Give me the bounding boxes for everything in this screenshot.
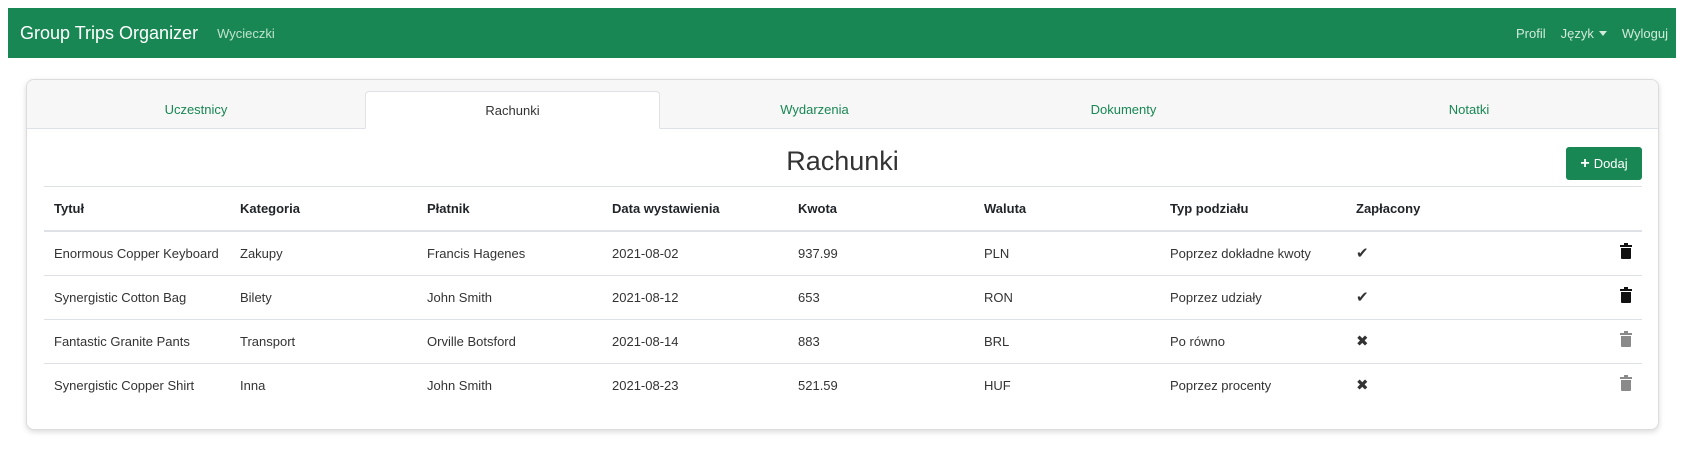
cell-category: Bilety — [230, 275, 417, 320]
cell-currency: HUF — [984, 377, 1011, 393]
header-title: Tytuł — [44, 186, 230, 232]
cell-amount: 883 — [788, 319, 974, 364]
cell-title: Synergistic Cotton Bag — [44, 275, 230, 320]
page-title: Rachunki — [786, 146, 899, 176]
nav-language-label: Język — [1560, 25, 1594, 41]
table-row[interactable]: Fantastic Granite Pants Transport Orvill… — [44, 319, 1642, 364]
add-bill-button[interactable]: + Dodaj — [1566, 147, 1642, 180]
cell-split-type: Poprzez udziały — [1160, 275, 1346, 320]
cell-actions — [1496, 230, 1642, 276]
cell-category: Inna — [240, 377, 266, 393]
cell-currency: BRL — [974, 319, 1160, 364]
cell-split-type: Poprzez dokładne kwoty — [1160, 230, 1346, 276]
trash-icon — [1620, 374, 1632, 391]
trash-icon — [1620, 330, 1632, 347]
cell-actions — [1496, 275, 1642, 320]
trash-icon[interactable] — [1620, 286, 1632, 303]
cell-category: Zakupy — [230, 230, 417, 276]
cell-title: Synergistic Copper Shirt — [54, 377, 195, 393]
header-paid: Zapłacony — [1346, 186, 1496, 232]
cell-date: 2021-08-02 — [602, 230, 788, 276]
cell-currency: PLN — [974, 230, 1160, 276]
cell-split-type: Po równo — [1160, 319, 1346, 364]
tab-bar: Uczestnicy Rachunki Wydarzenia Dokumenty… — [27, 80, 1658, 129]
cell-paid: ✖ — [1346, 319, 1496, 364]
cell-title: Enormous Copper Keyboard — [44, 230, 230, 276]
cell-amount: 937.99 — [788, 230, 974, 276]
cell-title: Fantastic Granite Pants — [44, 319, 230, 364]
cell-paid: ✖ — [1346, 363, 1496, 407]
plus-icon: + — [1580, 154, 1590, 172]
cross-icon: ✖ — [1356, 377, 1369, 394]
header-payer: Płatnik — [417, 186, 602, 232]
header-split-type: Typ podziału — [1160, 186, 1346, 232]
cell-payer: John Smith — [427, 377, 493, 393]
table-row[interactable]: Synergistic Copper Shirt Inna John Smith… — [44, 363, 1642, 407]
header-currency: Waluta — [974, 186, 1160, 232]
table-row[interactable]: Enormous Copper Keyboard Zakupy Francis … — [44, 230, 1642, 276]
tab-notes[interactable]: Notatki — [1278, 91, 1658, 128]
nav-right: Profil Język Wyloguj — [1501, 26, 1668, 41]
table-header-row: Tytuł Kategoria Płatnik Data wystawienia… — [44, 186, 1642, 232]
cell-actions — [1496, 319, 1642, 364]
brand-link[interactable]: Group Trips Organizer — [20, 23, 198, 44]
header-date: Data wystawienia — [602, 186, 788, 232]
cell-payer: Francis Hagenes — [417, 230, 602, 276]
cell-amount: 653 — [788, 275, 974, 320]
add-button-label: Dodaj — [1593, 156, 1628, 171]
header-category: Kategoria — [230, 186, 417, 232]
check-icon: ✔ — [1356, 289, 1369, 306]
nav-profile-link[interactable]: Profil — [1516, 26, 1546, 41]
header-actions — [1496, 186, 1642, 232]
nav-logout-link[interactable]: Wyloguj — [1622, 26, 1668, 41]
tab-events[interactable]: Wydarzenia — [660, 91, 969, 128]
nav-trips-link[interactable]: Wycieczki — [217, 26, 275, 41]
cell-date: 2021-08-14 — [602, 319, 788, 364]
cell-category: Transport — [230, 319, 417, 364]
trash-icon[interactable] — [1620, 242, 1632, 259]
cell-date: 2021-08-23 — [612, 377, 679, 393]
cell-currency: RON — [974, 275, 1160, 320]
chevron-down-icon — [1598, 30, 1607, 36]
cell-split-type: Poprzez procenty — [1170, 377, 1272, 393]
cell-date: 2021-08-12 — [602, 275, 788, 320]
tab-documents[interactable]: Dokumenty — [969, 91, 1278, 128]
cross-icon: ✖ — [1356, 333, 1369, 350]
tab-bills[interactable]: Rachunki — [365, 91, 660, 129]
trip-card: Uczestnicy Rachunki Wydarzenia Dokumenty… — [26, 79, 1659, 430]
top-navbar: Group Trips Organizer Wycieczki Profil J… — [8, 8, 1676, 58]
nav-language-dropdown[interactable]: Język — [1561, 26, 1607, 41]
cell-paid: ✔ — [1346, 230, 1496, 276]
check-icon: ✔ — [1356, 245, 1369, 262]
bills-table: Tytuł Kategoria Płatnik Data wystawienia… — [44, 186, 1642, 407]
cell-payer: John Smith — [417, 275, 602, 320]
cell-payer: Orville Botsford — [417, 319, 602, 364]
cell-paid: ✔ — [1346, 275, 1496, 320]
cell-amount: 521.59 — [798, 377, 838, 393]
tab-participants[interactable]: Uczestnicy — [27, 91, 365, 128]
header-amount: Kwota — [788, 186, 974, 232]
table-row[interactable]: Synergistic Cotton Bag Bilety John Smith… — [44, 275, 1642, 320]
cell-actions — [1496, 363, 1642, 407]
